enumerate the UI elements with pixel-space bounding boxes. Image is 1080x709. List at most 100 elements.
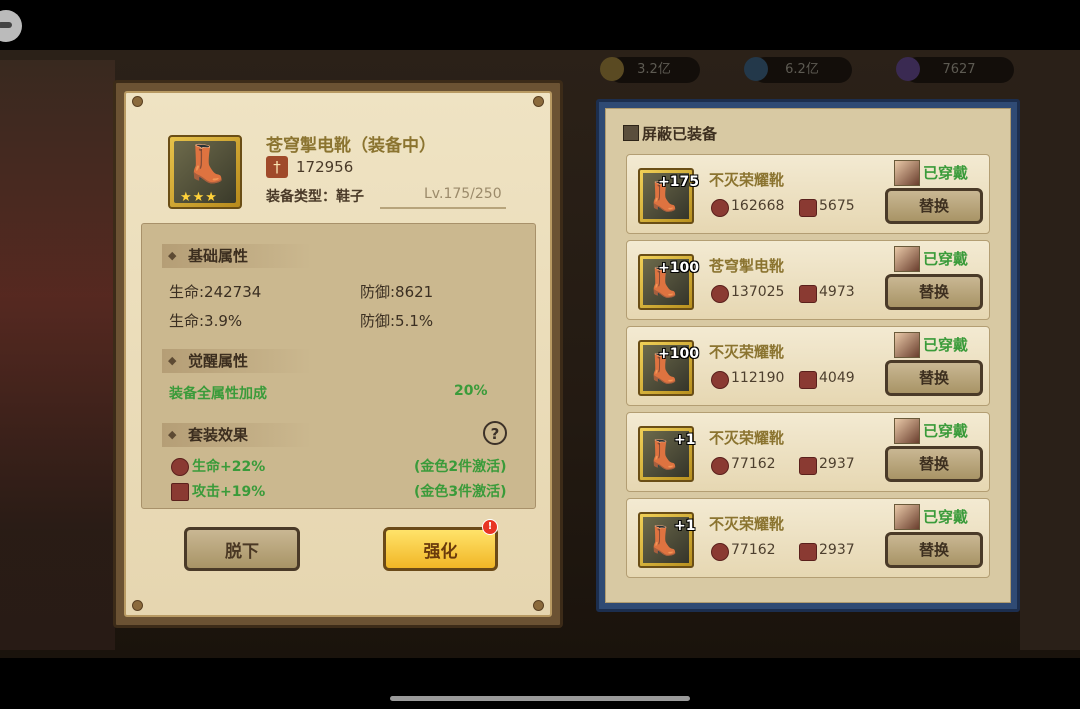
gem-value: 6.2亿 — [785, 62, 819, 77]
defense-value: 5675 — [819, 198, 855, 214]
set-effect-label: 攻击+19% — [192, 484, 266, 500]
set-effect-cond: (金色2件激活) — [414, 459, 507, 475]
floating-assist-button[interactable] — [0, 10, 22, 42]
hero-avatar — [894, 504, 920, 530]
gold-currency: 3.2亿 — [600, 57, 700, 83]
hide-equipped-checkbox[interactable] — [623, 125, 639, 141]
home-indicator[interactable] — [390, 696, 690, 701]
hp-icon — [711, 543, 729, 561]
defense-value: 4049 — [819, 370, 855, 386]
defense-icon — [799, 199, 817, 217]
hide-equipped-label: 屏蔽已装备 — [642, 125, 718, 143]
defense-icon — [799, 371, 817, 389]
rivet-icon — [132, 96, 143, 107]
upgrade-button[interactable]: 强化 — [383, 527, 498, 571]
enhance-level: +1 — [674, 518, 696, 534]
help-icon[interactable]: ? — [483, 421, 507, 445]
equipment-type: 装备类型：鞋子 — [266, 189, 364, 205]
replace-button[interactable]: 替换 — [885, 188, 983, 224]
enhance-level: +100 — [658, 260, 699, 276]
base-def-pct: 防御:5.1% — [360, 312, 434, 330]
unequip-button[interactable]: 脱下 — [184, 527, 300, 571]
equipment-icon: 👢 +1 — [638, 512, 696, 568]
enhance-level: +175 — [658, 174, 699, 190]
list-item[interactable]: 👢 +1 不灭荣耀靴 77162 2937 已穿戴 替换 — [626, 412, 990, 492]
upgrade-alert-badge: ! — [482, 519, 498, 535]
right-background-art — [1020, 60, 1080, 650]
replace-button[interactable]: 替换 — [885, 532, 983, 568]
hp-value: 77162 — [731, 542, 776, 558]
defense-value: 4973 — [819, 284, 855, 300]
hp-icon — [711, 285, 729, 303]
hp-value: 77162 — [731, 456, 776, 472]
hero-avatar — [894, 332, 920, 358]
hp-value: 112190 — [731, 370, 785, 386]
equipment-name: 不灭荣耀靴 — [709, 429, 785, 447]
hp-value: 162668 — [731, 198, 785, 214]
equipment-icon: 👢 +100 — [638, 340, 699, 396]
crystal-currency: 7627 — [896, 57, 1014, 83]
equipped-status: 已穿戴 — [923, 422, 969, 440]
equipment-icon: 👢 +100 — [638, 254, 699, 310]
level-underline — [380, 207, 506, 209]
defense-icon — [799, 543, 817, 561]
list-item[interactable]: 👢 +1 不灭荣耀靴 77162 2937 已穿戴 替换 — [626, 498, 990, 578]
gold-icon — [600, 57, 624, 81]
awaken-value: 20% — [454, 383, 488, 399]
crystal-value: 7627 — [942, 62, 976, 77]
crystal-icon — [896, 57, 920, 81]
list-item[interactable]: 👢 +100 不灭荣耀靴 112190 4049 已穿戴 替换 — [626, 326, 990, 406]
defense-icon — [799, 457, 817, 475]
equipment-icon: 👢 +1 — [638, 426, 696, 482]
replace-button[interactable]: 替换 — [885, 446, 983, 482]
replace-button[interactable]: 替换 — [885, 360, 983, 396]
rivet-icon — [533, 600, 544, 611]
hp-icon — [171, 458, 189, 476]
hero-background-art — [0, 60, 115, 650]
hp-value: 137025 — [731, 284, 785, 300]
replace-button[interactable]: 替换 — [885, 274, 983, 310]
equipment-name: 苍穹掣电靴（装备中） — [266, 136, 436, 156]
base-hp-pct: 生命:3.9% — [169, 312, 243, 330]
boots-icon: 👢 — [184, 144, 229, 185]
set-effect-cond: (金色3件激活) — [414, 484, 507, 500]
enhance-level: +100 — [658, 346, 699, 362]
equipment-name: 不灭荣耀靴 — [709, 171, 785, 189]
equipment-icon: 👢 +175 — [638, 168, 699, 224]
hp-icon — [711, 199, 729, 217]
equipped-status: 已穿戴 — [923, 250, 969, 268]
list-item[interactable]: 👢 +100 苍穹掣电靴 137025 4973 已穿戴 替换 — [626, 240, 990, 320]
equipment-icon: 👢 ★★★ — [168, 135, 242, 209]
defense-value: 2937 — [819, 542, 855, 558]
set-effect-label: 生命+22% — [192, 459, 266, 475]
enhance-level: +1 — [674, 432, 696, 448]
gold-value: 3.2亿 — [637, 62, 671, 77]
awaken-attr-header: 觉醒属性 — [162, 349, 312, 373]
hero-avatar — [894, 160, 920, 186]
defense-icon — [799, 285, 817, 303]
list-item[interactable]: 👢 +175 不灭荣耀靴 162668 5675 已穿戴 替换 — [626, 154, 990, 234]
attribute-scroll-area[interactable]: 基础属性 生命:242734 防御:8621 生命:3.9% 防御:5.1% 觉… — [141, 223, 536, 509]
equipped-status: 已穿戴 — [923, 164, 969, 182]
equipment-name: 不灭荣耀靴 — [709, 515, 785, 533]
defense-value: 2937 — [819, 456, 855, 472]
equipment-name: 不灭荣耀靴 — [709, 343, 785, 361]
gem-currency: 6.2亿 — [744, 57, 852, 83]
equipment-name: 苍穹掣电靴 — [709, 257, 785, 275]
hp-icon — [711, 457, 729, 475]
base-def: 防御:8621 — [360, 283, 434, 301]
hero-avatar — [894, 418, 920, 444]
equipped-status: 已穿戴 — [923, 336, 969, 354]
awaken-label: 装备全属性加成 — [169, 386, 267, 402]
base-attr-header: 基础属性 — [162, 244, 312, 268]
equipment-level: Lv.175/250 — [424, 186, 502, 202]
gem-icon — [744, 57, 768, 81]
power-icon: † — [266, 156, 288, 178]
base-hp: 生命:242734 — [169, 283, 262, 301]
set-effect-header: 套装效果 — [162, 423, 312, 447]
rivet-icon — [132, 600, 143, 611]
rivet-icon — [533, 96, 544, 107]
hero-avatar — [894, 246, 920, 272]
equipped-status: 已穿戴 — [923, 508, 969, 526]
equipment-power: 172956 — [296, 158, 354, 176]
